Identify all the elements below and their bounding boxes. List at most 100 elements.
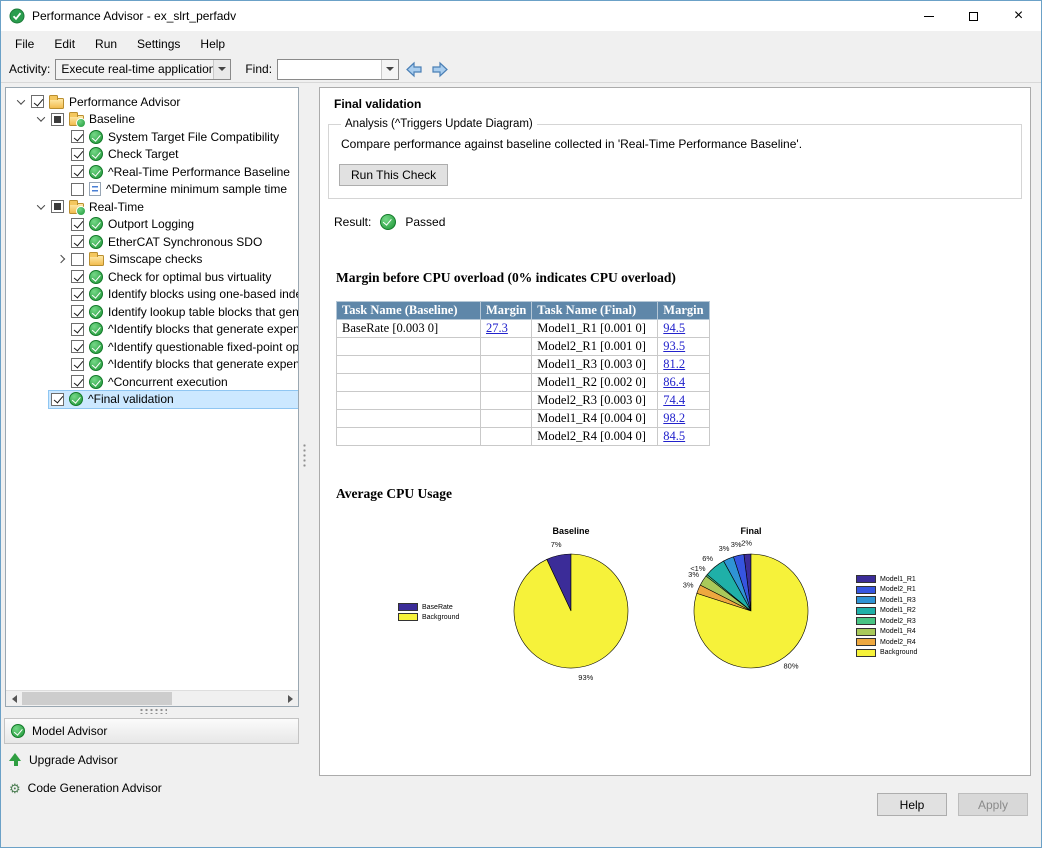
checkbox-partial[interactable] (51, 112, 64, 126)
tree-item[interactable]: ^Real-Time Performance Baseline (6, 163, 298, 181)
tree-item[interactable]: Outport Logging (6, 216, 298, 234)
tree-item[interactable]: EtherCAT Synchronous SDO (6, 233, 298, 251)
tree-item[interactable]: ^Identify blocks that generate expensiv (6, 356, 298, 374)
checkbox-checked[interactable] (71, 287, 84, 301)
tree-item[interactable]: ^Identify questionable fixed-point opera (6, 338, 298, 356)
app-icon (9, 8, 25, 24)
model-advisor-button[interactable]: Model Advisor (4, 718, 299, 744)
tree-item[interactable]: Simscape checks (6, 251, 298, 269)
upgrade-advisor-label: Upgrade Advisor (29, 753, 118, 767)
margin-link[interactable]: 86.4 (663, 375, 685, 389)
legend-swatch (856, 585, 876, 594)
checkbox-checked[interactable] (71, 375, 84, 389)
tree-item[interactable]: Check for optimal bus virtuality (6, 268, 298, 286)
tree-item[interactable]: Identify lookup table blocks that genera (6, 303, 298, 321)
checkbox-checked[interactable] (71, 305, 84, 319)
find-input[interactable] (277, 58, 400, 80)
scrollbar-track (22, 691, 282, 706)
model-advisor-label: Model Advisor (32, 724, 108, 738)
menu-edit[interactable]: Edit (44, 33, 85, 55)
code-generation-advisor-button[interactable]: ⚙ Code Generation Advisor (9, 779, 162, 797)
checkbox-checked[interactable] (71, 270, 84, 284)
analysis-legend: Analysis (^Triggers Update Diagram) (345, 118, 533, 130)
checks-tree-panel: Performance Advisor Baseline System Target… (5, 87, 299, 707)
expander-down-icon[interactable] (32, 201, 49, 210)
scrollbar-thumb[interactable] (22, 692, 172, 705)
maximize-button[interactable] (951, 1, 996, 31)
tree-item[interactable]: Identify blocks using one-based indexin (6, 286, 298, 304)
checkbox-checked[interactable] (71, 357, 84, 371)
window-title: Performance Advisor - ex_slrt_perfadv (32, 9, 237, 23)
run-this-check-button[interactable]: Run This Check (339, 164, 449, 186)
checkbox-unchecked[interactable] (71, 252, 84, 266)
checkbox-checked[interactable] (71, 217, 84, 231)
tree-item[interactable]: ^Concurrent execution (6, 373, 298, 391)
find-previous-icon[interactable] (405, 61, 424, 78)
menu-help[interactable]: Help (190, 33, 235, 55)
tree-item[interactable]: Performance Advisor (6, 93, 298, 111)
upgrade-advisor-button[interactable]: Upgrade Advisor (9, 751, 118, 769)
margin-table-header: Task Name (Baseline) Margin Task Name (Fin… (336, 301, 710, 320)
checkbox-checked[interactable] (71, 340, 84, 354)
help-button[interactable]: Help (877, 793, 947, 816)
margin-link[interactable]: 84.5 (663, 429, 685, 443)
checkbox-partial[interactable] (51, 200, 64, 214)
checkbox-checked[interactable] (51, 392, 64, 406)
tree-item[interactable]: Check Target (6, 146, 298, 164)
analysis-groupbox: Analysis (^Triggers Update Diagram) Comp… (328, 118, 1022, 199)
margin-link[interactable]: 81.2 (663, 357, 685, 371)
apply-button[interactable]: Apply (958, 793, 1028, 816)
tree-item-label: Outport Logging (108, 217, 195, 232)
tree-item[interactable]: System Target File Compatibility (6, 128, 298, 146)
margin-link[interactable]: 94.5 (663, 321, 685, 335)
menu-file[interactable]: File (5, 33, 44, 55)
scroll-right-button[interactable] (282, 691, 298, 706)
panel-splitter-handle[interactable] (139, 708, 167, 714)
margin-link[interactable]: 27.3 (486, 321, 508, 335)
menu-settings[interactable]: Settings (127, 33, 190, 55)
tree-item[interactable]: ^Identify blocks that generate expensiv (6, 321, 298, 339)
tree-item-label: ^Concurrent execution (108, 374, 228, 389)
legend-item: Model2_R4 (856, 638, 917, 647)
chevron-down-icon[interactable] (381, 59, 399, 79)
window-controls: × (906, 1, 1041, 31)
tree-item[interactable]: ^Final validation (6, 389, 298, 409)
checkbox-checked[interactable] (71, 235, 84, 249)
margin-link[interactable]: 74.4 (663, 393, 685, 407)
checkbox-checked[interactable] (31, 95, 44, 109)
checkbox-unchecked[interactable] (71, 182, 84, 196)
vertical-splitter-handle[interactable] (302, 443, 307, 467)
legend-swatch (856, 627, 876, 636)
expander-right-icon[interactable] (52, 255, 69, 264)
tree-item[interactable]: ^Determine minimum sample time (6, 181, 298, 199)
task-cell: Model2_R4 [0.004 0] (531, 427, 659, 446)
column-header: Margin (479, 301, 533, 320)
find-next-icon[interactable] (430, 61, 449, 78)
activity-label: Activity: (9, 62, 51, 76)
minimize-button[interactable] (906, 1, 951, 31)
task-cell (336, 391, 481, 410)
margin-link[interactable]: 93.5 (663, 339, 685, 353)
activity-dropdown[interactable]: Execute real-time application (55, 58, 232, 80)
tree-item[interactable]: Baseline (6, 111, 298, 128)
expander-down-icon[interactable] (12, 96, 29, 105)
menu-run[interactable]: Run (85, 33, 127, 55)
legend-swatch (856, 575, 876, 584)
final-legend: Model1_R1 Model2_R1 Model1_R3 Model1_R2 Mode… (856, 575, 917, 657)
close-button[interactable]: × (996, 1, 1041, 31)
tree-item[interactable]: Real-Time (6, 198, 298, 216)
checkbox-checked[interactable] (71, 130, 84, 144)
checkbox-checked[interactable] (71, 165, 84, 179)
tree-item-label: ^Identify questionable fixed-point opera (108, 339, 298, 354)
check-title: Final validation (334, 97, 422, 111)
checkbox-checked[interactable] (71, 322, 84, 336)
legend-label: Background (422, 613, 460, 621)
expander-down-icon[interactable] (32, 113, 49, 123)
table-row: Model1_R3 [0.003 0] 81.2 (336, 355, 710, 374)
checkbox-checked[interactable] (71, 147, 84, 161)
table-row: Model2_R3 [0.003 0] 74.4 (336, 391, 710, 410)
column-header: Task Name (Baseline) (336, 301, 481, 320)
scroll-left-button[interactable] (6, 691, 22, 706)
code-generation-advisor-icon: ⚙ (9, 780, 21, 796)
margin-link[interactable]: 98.2 (663, 411, 685, 425)
